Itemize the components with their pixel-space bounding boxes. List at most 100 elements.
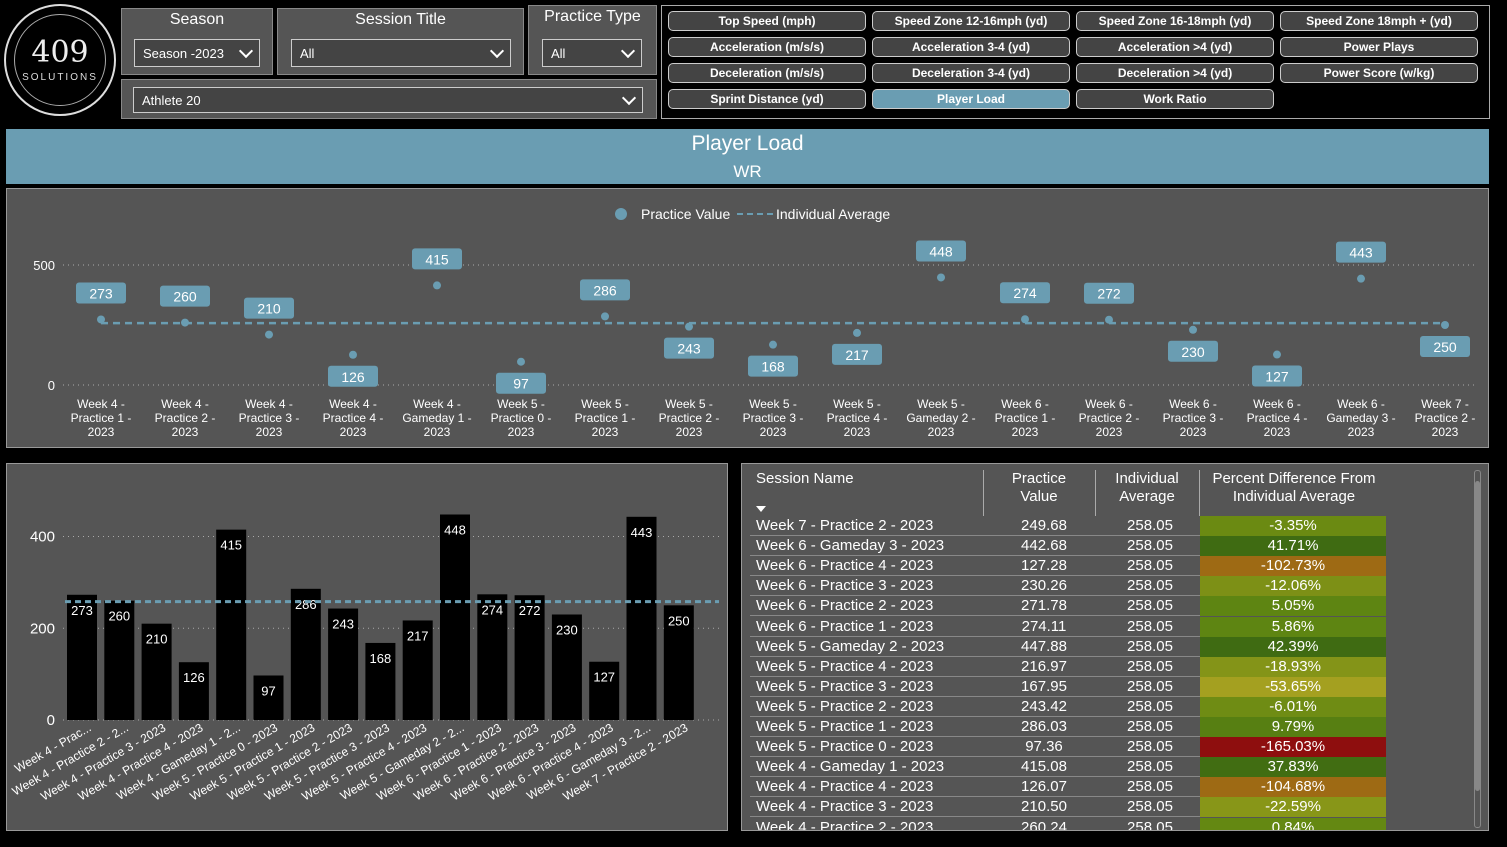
season-dropdown[interactable]: Season -2023 bbox=[134, 39, 260, 67]
data-point[interactable] bbox=[1021, 315, 1029, 324]
data-label: 250 bbox=[1433, 339, 1457, 355]
table-row[interactable]: Week 5 - Practice 0 - 2023 97.36 258.05 -16… bbox=[750, 737, 1386, 758]
legend-label: Practice Value bbox=[641, 206, 730, 222]
table-row[interactable]: Week 4 - Gameday 1 - 2023 415.08 258.05 37.… bbox=[750, 757, 1386, 778]
data-point[interactable] bbox=[937, 273, 945, 282]
table-row[interactable]: Week 5 - Practice 2 - 2023 243.42 258.05 -6… bbox=[750, 696, 1386, 717]
season-slicer: Season Season -2023 bbox=[121, 8, 273, 75]
data-point[interactable] bbox=[769, 340, 777, 349]
x-tick-label: 2023 bbox=[508, 425, 535, 439]
column-header-session-name[interactable]: Session Name bbox=[756, 470, 854, 488]
table-row[interactable]: Week 5 - Gameday 2 - 2023 447.88 258.05 42.… bbox=[750, 636, 1386, 657]
table-row[interactable]: Week 4 - Practice 2 - 2023 260.24 258.05 0.… bbox=[750, 817, 1386, 830]
metric-button[interactable]: Speed Zone 18mph + (yd) bbox=[1280, 11, 1478, 31]
bar-value-label: 230 bbox=[556, 623, 578, 638]
percent-difference-cell: -102.73% bbox=[1200, 556, 1386, 577]
session-name-cell: Week 5 - Practice 0 - 2023 bbox=[756, 738, 934, 756]
bar-value-label: 217 bbox=[407, 628, 429, 643]
athlete-dropdown[interactable]: Athlete 20 bbox=[133, 87, 643, 113]
data-point[interactable] bbox=[1105, 315, 1113, 324]
data-point[interactable] bbox=[265, 330, 273, 339]
table-row[interactable]: Week 5 - Practice 1 - 2023 286.03 258.05 9.… bbox=[750, 717, 1386, 737]
individual-average-cell: 258.05 bbox=[1127, 597, 1173, 615]
data-label: 274 bbox=[1013, 285, 1037, 301]
data-point[interactable] bbox=[433, 281, 441, 290]
metric-button[interactable]: Acceleration >4 (yd) bbox=[1076, 37, 1274, 57]
metric-button[interactable]: Player Load bbox=[872, 89, 1070, 109]
x-tick-label: Week 5 - bbox=[497, 397, 545, 411]
bar-value-label: 243 bbox=[332, 617, 354, 632]
table-row[interactable]: Week 6 - Practice 4 - 2023 127.28 258.05 -1… bbox=[750, 556, 1386, 577]
metric-button[interactable]: Acceleration 3-4 (yd) bbox=[872, 37, 1070, 57]
practice-type-dropdown[interactable]: All bbox=[542, 39, 642, 67]
sort-descending-icon[interactable] bbox=[756, 506, 766, 512]
table-scrollbar[interactable] bbox=[1474, 470, 1481, 828]
data-point[interactable] bbox=[601, 312, 609, 321]
data-point[interactable] bbox=[853, 328, 861, 337]
data-point[interactable] bbox=[1189, 325, 1197, 334]
data-point[interactable] bbox=[1273, 350, 1281, 359]
table-row[interactable]: Week 4 - Practice 3 - 2023 210.50 258.05 -2… bbox=[750, 797, 1386, 818]
x-tick-label: Practice 2 - bbox=[1415, 411, 1476, 425]
metric-button[interactable]: Deceleration (m/s/s) bbox=[668, 63, 866, 83]
bar-value-label: 286 bbox=[295, 597, 317, 612]
data-point[interactable] bbox=[97, 315, 105, 324]
session-name-cell: Week 6 - Practice 4 - 2023 bbox=[756, 557, 934, 575]
table-row[interactable]: Week 6 - Gameday 3 - 2023 442.68 258.05 41.… bbox=[750, 536, 1386, 557]
chevron-down-icon bbox=[489, 43, 505, 59]
percent-difference-cell: -165.03% bbox=[1200, 737, 1386, 758]
metric-button[interactable]: Work Ratio bbox=[1076, 89, 1274, 109]
table-row[interactable]: Week 6 - Practice 1 - 2023 274.11 258.05 5.… bbox=[750, 616, 1386, 637]
percent-difference-cell: -3.35% bbox=[1200, 516, 1386, 536]
metric-button[interactable]: Power Score (w/kg) bbox=[1280, 63, 1478, 83]
column-header-individual-average[interactable]: Individual Average bbox=[1104, 470, 1190, 506]
practice-value-cell: 210.50 bbox=[1021, 798, 1067, 816]
metric-button[interactable]: Acceleration (m/s/s) bbox=[668, 37, 866, 57]
metric-button[interactable]: Speed Zone 12-16mph (yd) bbox=[872, 11, 1070, 31]
individual-average-cell: 258.05 bbox=[1127, 577, 1173, 595]
percent-difference-cell: 9.79% bbox=[1200, 717, 1386, 737]
metric-button[interactable]: Sprint Distance (yd) bbox=[668, 89, 866, 109]
chevron-down-icon bbox=[238, 43, 254, 59]
chart-title: Player Load bbox=[691, 132, 804, 155]
metric-button[interactable]: Speed Zone 16-18mph (yd) bbox=[1076, 11, 1274, 31]
column-header-percent-difference[interactable]: Percent Difference From Individual Avera… bbox=[1204, 470, 1384, 506]
data-point[interactable] bbox=[1441, 321, 1449, 329]
table-row[interactable]: Week 4 - Practice 4 - 2023 126.07 258.05 -1… bbox=[750, 777, 1386, 798]
metric-button[interactable]: Deceleration 3-4 (yd) bbox=[872, 63, 1070, 83]
bar-chart: 0200400273Week 4 - Prac...260Week 4 - Pr… bbox=[10, 514, 719, 804]
practice-value-cell: 243.42 bbox=[1021, 697, 1067, 715]
table-row[interactable]: Week 5 - Practice 4 - 2023 216.97 258.05 -1… bbox=[750, 656, 1386, 677]
metric-button[interactable]: Power Plays bbox=[1280, 37, 1478, 57]
table-row[interactable]: Week 7 - Practice 2 - 2023 249.68 258.05 -3… bbox=[750, 516, 1386, 536]
data-point[interactable] bbox=[685, 322, 693, 331]
session-title-dropdown[interactable]: All bbox=[291, 39, 511, 67]
bar[interactable] bbox=[440, 514, 470, 720]
session-title-slicer-title: Session Title bbox=[355, 11, 446, 28]
session-name-cell: Week 6 - Gameday 3 - 2023 bbox=[756, 537, 945, 555]
data-point[interactable] bbox=[349, 350, 357, 359]
chevron-down-icon bbox=[621, 90, 637, 106]
x-tick-label: 2023 bbox=[1348, 425, 1375, 439]
line-chart: 0 500 Practice Value Individual Average 273 W… bbox=[33, 206, 1477, 439]
data-point[interactable] bbox=[1357, 274, 1365, 283]
x-tick-label: Practice 4 - bbox=[323, 411, 384, 425]
column-header-practice-value[interactable]: Practice Value bbox=[994, 470, 1084, 506]
table-row[interactable]: Week 6 - Practice 2 - 2023 271.78 258.05 5.… bbox=[750, 596, 1386, 617]
x-tick-label: Week 5 - bbox=[581, 397, 629, 411]
metric-button[interactable]: Deceleration >4 (yd) bbox=[1076, 63, 1274, 83]
x-tick-label: Practice 2 - bbox=[155, 411, 216, 425]
data-point[interactable] bbox=[181, 318, 189, 327]
table-row[interactable]: Week 5 - Practice 3 - 2023 167.95 258.05 -5… bbox=[750, 676, 1386, 697]
y-tick-label: 500 bbox=[33, 258, 55, 273]
metric-button[interactable]: Top Speed (mph) bbox=[668, 11, 866, 31]
table-row[interactable]: Week 6 - Practice 3 - 2023 230.26 258.05 -1… bbox=[750, 576, 1386, 597]
scrollbar-thumb[interactable] bbox=[1475, 481, 1480, 791]
bar[interactable] bbox=[216, 529, 247, 720]
x-tick-label: Week 4 - bbox=[329, 397, 377, 411]
data-point[interactable] bbox=[517, 357, 525, 366]
bar-value-label: 168 bbox=[370, 651, 392, 666]
bar[interactable] bbox=[626, 516, 657, 720]
data-label: 97 bbox=[513, 376, 529, 392]
x-tick-label: Week 4 - bbox=[413, 397, 461, 411]
